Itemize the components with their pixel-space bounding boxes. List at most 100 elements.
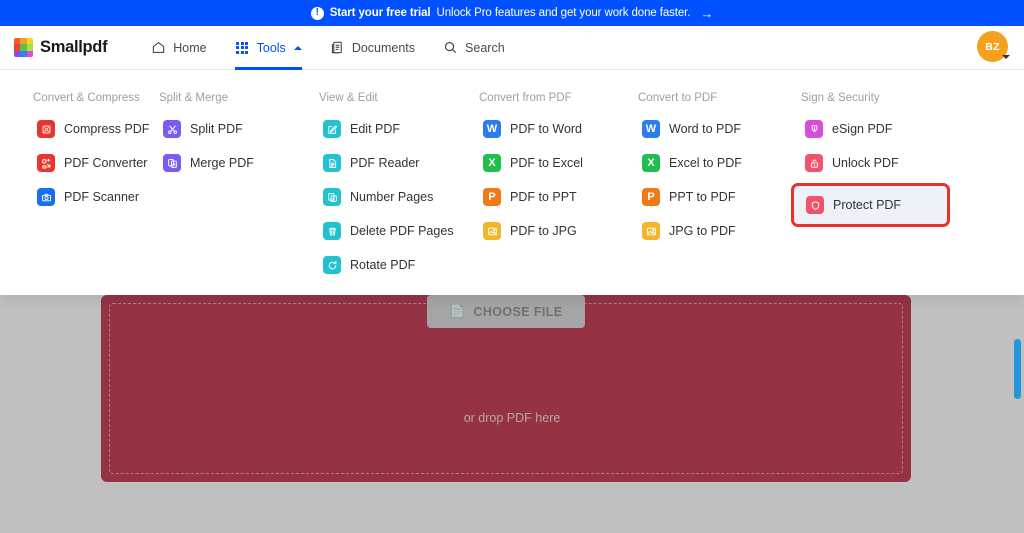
tool-label: PPT to PDF	[669, 190, 736, 204]
main-header: Smallpdf Home Tools Documents Search BZ	[0, 26, 1024, 70]
unlock-pdf-icon	[805, 154, 823, 172]
tool-label: JPG to PDF	[669, 224, 736, 238]
tools-column-3: View & Edit Edit PDF PDF Reader Number Page…	[319, 92, 479, 285]
jpg-to-pdf-menu-item[interactable]: JPG to PDF	[638, 217, 758, 245]
tools-column-title: Convert to PDF	[638, 92, 718, 104]
word-to-pdf-menu-item[interactable]: W Word to PDF	[638, 115, 758, 143]
pdf-reader-menu-item[interactable]: PDF Reader	[319, 149, 439, 177]
page-scrollbar-thumb[interactable]	[1014, 339, 1021, 399]
chevron-down-icon	[1002, 55, 1010, 59]
pdf-converter-menu-item[interactable]: PDF Converter	[33, 149, 155, 177]
arrow-right-icon[interactable]: →	[700, 6, 713, 21]
merge-pdf-icon	[163, 154, 181, 172]
pdf-to-jpg-menu-item[interactable]: PDF to JPG	[479, 217, 599, 245]
drop-hint-text: or drop PDF here	[463, 411, 561, 425]
tools-column-title: View & Edit	[319, 92, 378, 104]
promo-banner[interactable]: ! Start your free trial Unlock Pro featu…	[0, 0, 1024, 26]
edit-pdf-icon	[323, 120, 341, 138]
tools-dropdown-panel: Convert & Compress Compress PDF PDF Conver…	[0, 70, 1024, 295]
tool-label: Protect PDF	[833, 198, 902, 212]
brand-name: Smallpdf	[40, 38, 108, 56]
tools-column-4: Convert from PDF W PDF to Word X PDF to Exce…	[479, 92, 638, 285]
dropzone-dashed-border	[109, 303, 903, 474]
tool-label: Edit PDF	[350, 122, 401, 136]
tool-label: Excel to PDF	[669, 156, 742, 170]
tool-label: Unlock PDF	[832, 156, 899, 170]
home-icon	[151, 40, 166, 55]
promo-banner-content: ! Start your free trial Unlock Pro featu…	[310, 6, 713, 21]
tools-column-1: Convert & Compress Compress PDF PDF Conver…	[0, 92, 159, 285]
pdf-to-word-icon: W	[483, 120, 501, 138]
tool-label: Merge PDF	[190, 156, 254, 170]
protect-pdf-menu-item[interactable]: Protect PDF	[791, 183, 951, 227]
tool-label: PDF to PPT	[510, 190, 577, 204]
nav-label-tools: Tools	[256, 40, 286, 55]
rotate-pdf-icon	[323, 256, 341, 274]
tool-label: Delete PDF Pages	[350, 224, 454, 238]
nav-item-tools[interactable]: Tools	[221, 26, 316, 70]
tool-label: eSign PDF	[832, 122, 893, 136]
tool-label: PDF to Word	[510, 122, 583, 136]
number-pages-menu-item[interactable]: Number Pages	[319, 183, 441, 211]
pdf-converter-icon	[37, 154, 55, 172]
nav-item-home[interactable]: Home	[137, 26, 220, 70]
pdf-scanner-menu-item[interactable]: PDF Scanner	[33, 183, 153, 211]
nav-item-search[interactable]: Search	[429, 26, 519, 70]
pdf-to-excel-icon: X	[483, 154, 501, 172]
unlock-pdf-menu-item[interactable]: Unlock PDF	[801, 149, 921, 177]
tool-label: Word to PDF	[669, 122, 742, 136]
tool-label: Compress PDF	[64, 122, 150, 136]
esign-pdf-icon	[805, 120, 823, 138]
main-nav: Home Tools Documents Search	[137, 26, 518, 70]
nav-label-home: Home	[173, 40, 207, 55]
user-avatar-menu[interactable]: BZ	[977, 31, 1010, 62]
file-icon: 📄	[449, 304, 466, 318]
app-root: ! Start your free trial Unlock Pro featu…	[0, 0, 1024, 533]
compress-pdf-icon	[37, 120, 55, 138]
promo-subtext: Unlock Pro features and get your work do…	[436, 7, 691, 19]
caret-up-icon	[293, 45, 302, 50]
tools-columns: Convert & Compress Compress PDF PDF Conver…	[0, 70, 1024, 285]
tools-column-5: Convert to PDF W Word to PDF X Excel to PDF P…	[638, 92, 801, 285]
compress-pdf-menu-item[interactable]: Compress PDF	[33, 115, 157, 143]
excel-to-pdf-icon: X	[642, 154, 660, 172]
tool-label: PDF Reader	[350, 156, 420, 170]
pdf-to-excel-menu-item[interactable]: X PDF to Excel	[479, 149, 599, 177]
edit-pdf-menu-item[interactable]: Edit PDF	[319, 115, 439, 143]
tools-column-title: Convert from PDF	[479, 92, 572, 104]
tool-label: PDF Converter	[64, 156, 148, 170]
tool-label: Split PDF	[190, 122, 243, 136]
pdf-to-ppt-menu-item[interactable]: P PDF to PPT	[479, 183, 599, 211]
rotate-pdf-menu-item[interactable]: Rotate PDF	[319, 251, 439, 279]
number-pages-icon	[323, 188, 341, 206]
brand-logo[interactable]: Smallpdf	[14, 38, 108, 57]
ppt-to-pdf-menu-item[interactable]: P PPT to PDF	[638, 183, 758, 211]
split-pdf-icon	[163, 120, 181, 138]
grid-dots-icon	[235, 40, 250, 55]
tools-column-6: Sign & Security eSign PDF Unlock PDF Protec…	[791, 92, 991, 285]
page-scrollbar-track[interactable]	[1012, 295, 1022, 533]
merge-pdf-menu-item[interactable]: Merge PDF	[159, 149, 279, 177]
pdf-to-word-menu-item[interactable]: W PDF to Word	[479, 115, 599, 143]
tool-label: PDF to JPG	[510, 224, 577, 238]
tools-column-title: Split & Merge	[159, 92, 229, 104]
esign-pdf-menu-item[interactable]: eSign PDF	[801, 115, 921, 143]
pdf-to-jpg-icon	[483, 222, 501, 240]
nav-label-documents: Documents	[351, 40, 416, 55]
delete-pdf-pages-icon	[323, 222, 341, 240]
tools-column-title: Convert & Compress	[33, 92, 140, 104]
tool-label: Rotate PDF	[350, 258, 416, 272]
pdf-to-ppt-icon: P	[483, 188, 501, 206]
choose-file-label: CHOOSE FILE	[473, 304, 563, 319]
split-pdf-menu-item[interactable]: Split PDF	[159, 115, 279, 143]
nav-item-documents[interactable]: Documents	[316, 26, 429, 70]
jpg-to-pdf-icon	[642, 222, 660, 240]
documents-icon	[330, 40, 345, 55]
excel-to-pdf-menu-item[interactable]: X Excel to PDF	[638, 149, 758, 177]
tool-label: Number Pages	[350, 190, 434, 204]
smallpdf-logo-icon	[14, 38, 33, 57]
choose-file-button[interactable]: 📄 CHOOSE FILE	[427, 295, 585, 328]
word-to-pdf-icon: W	[642, 120, 660, 138]
tool-label: PDF to Excel	[510, 156, 583, 170]
delete-pdf-pages-menu-item[interactable]: Delete PDF Pages	[319, 217, 462, 245]
